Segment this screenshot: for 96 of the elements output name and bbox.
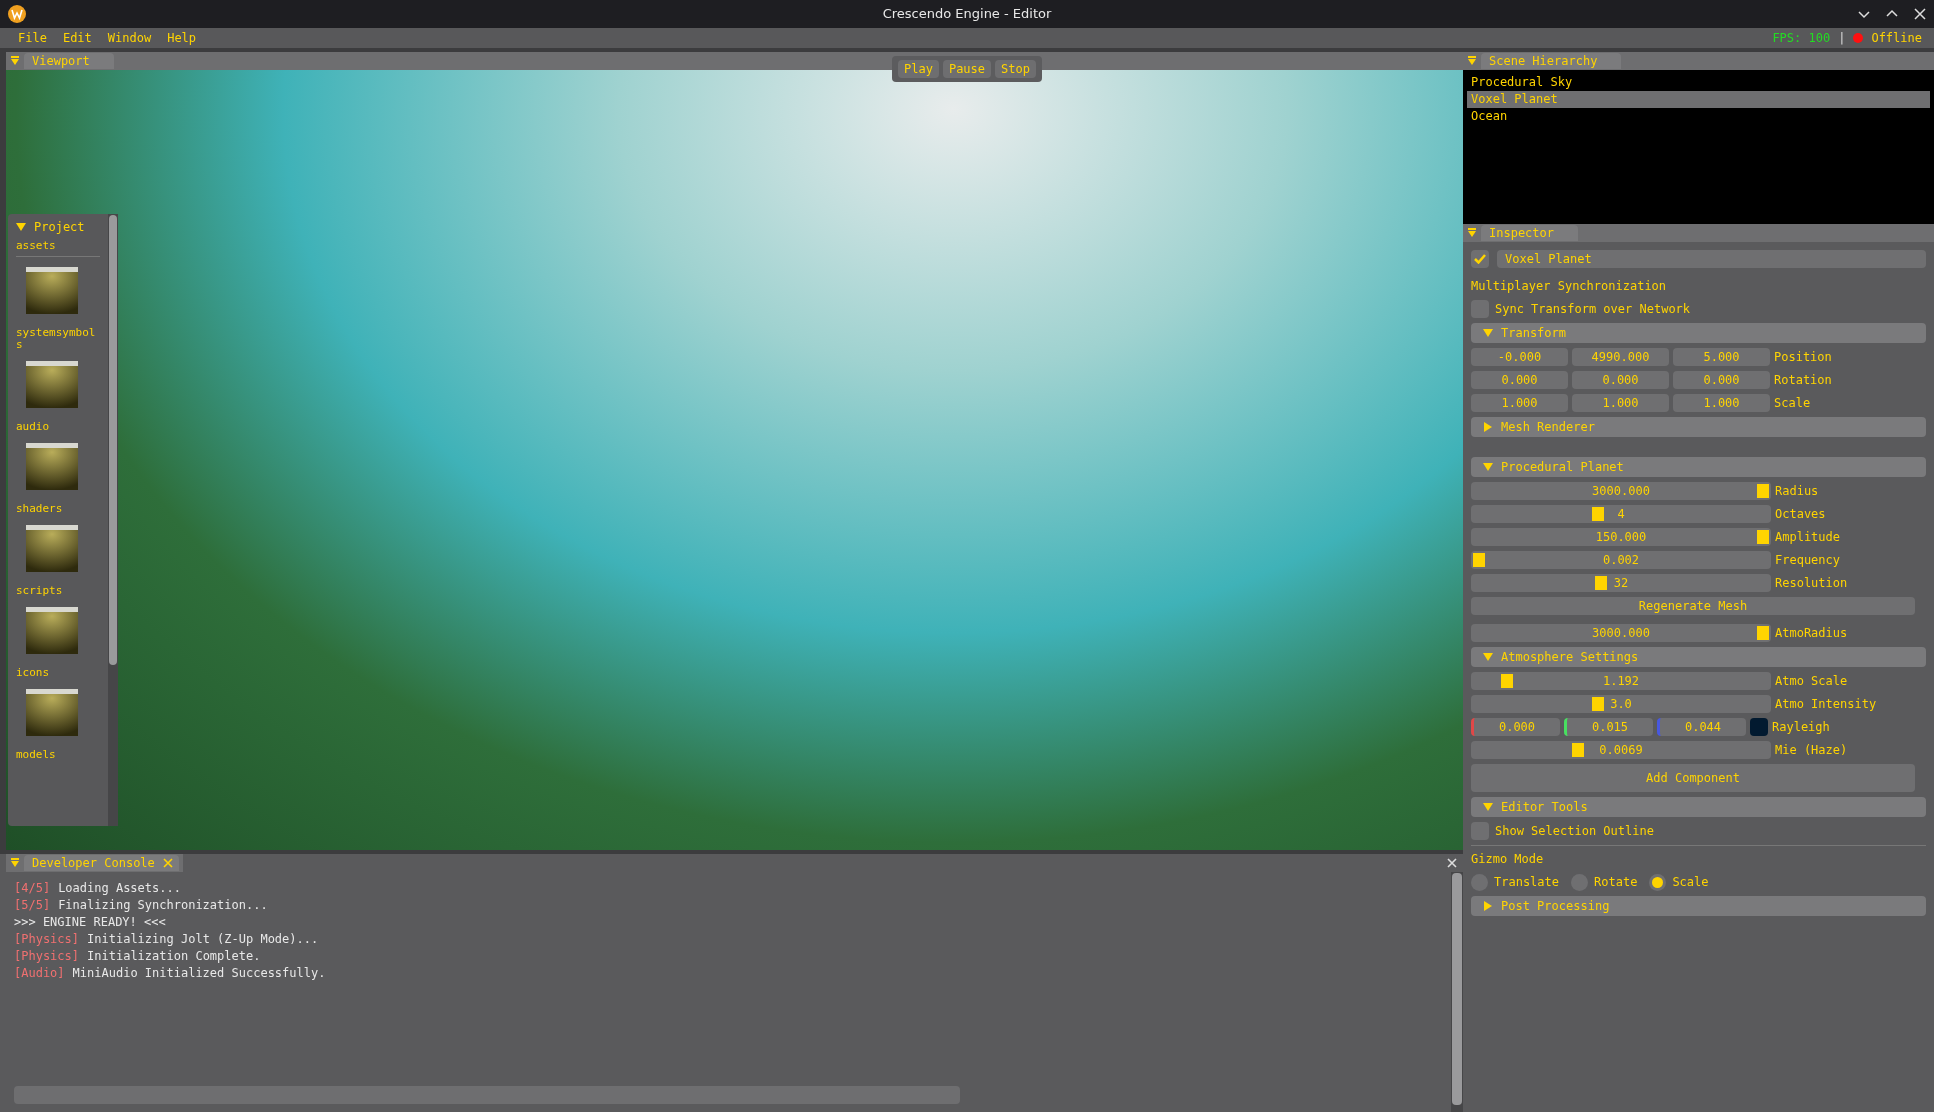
slider[interactable]: 0.0069 [1471,741,1771,759]
slider-label: Amplitude [1775,529,1841,546]
add-component-button[interactable]: Add Component [1471,764,1915,792]
field-label: Rayleigh [1772,719,1830,736]
slider-value: 32 [1613,575,1629,592]
slider-label: Mie (Haze) [1775,742,1848,759]
slider[interactable]: 3000.000 [1471,482,1771,500]
connection-status: Offline [1871,30,1922,47]
slider-value: 150.000 [1595,529,1647,546]
menu-item[interactable]: Edit [56,29,98,47]
section-header[interactable]: Procedural Planet [1471,457,1926,477]
log-text: Initialization Complete. [87,948,261,965]
section-header[interactable]: Editor Tools [1471,797,1926,817]
checkbox-label: Sync Transform over Network [1495,301,1691,318]
slider-label: Resolution [1775,575,1848,592]
folder-label[interactable]: icons [16,667,100,679]
slider-label: AtmoRadius [1775,625,1848,642]
number-field[interactable]: 1.000 [1471,394,1568,412]
section-header[interactable]: Post Processing [1471,896,1926,916]
panel-tab[interactable]: Viewport [24,53,114,69]
field-label: Scale [1774,395,1811,412]
slider-label: Atmo Intensity [1775,696,1877,713]
field-label: Rotation [1774,372,1832,389]
slider-value: 1.192 [1602,673,1640,690]
log-tag: [Physics] [14,948,80,965]
fps-counter: FPS: 100 [1772,30,1831,47]
folder-label[interactable]: shaders [16,503,100,515]
menu-item[interactable]: Window [101,29,158,47]
section-header[interactable]: Mesh Renderer [1471,417,1926,437]
number-field[interactable]: 0.000 [1673,371,1770,389]
section-label: Gizmo Mode [1471,845,1926,868]
slider[interactable]: 3.0 [1471,695,1771,713]
folder-label[interactable]: models [16,749,100,761]
hierarchy-item[interactable]: Procedural Sky [1467,74,1930,91]
log-tag: [5/5] [14,897,51,914]
toolbar-button[interactable]: Play [898,60,939,78]
panel-tab[interactable]: Developer Console [24,855,179,871]
checkbox-label: Show Selection Outline [1495,823,1654,840]
radio-label: Scale [1672,874,1709,891]
slider[interactable]: 32 [1471,574,1771,592]
panel-tab[interactable]: Scene Hierarchy [1481,53,1622,69]
slider-value: 3000.000 [1592,483,1650,500]
toolbar-button[interactable]: Pause [942,60,992,78]
number-field[interactable]: 1.000 [1673,394,1770,412]
name-field[interactable]: Voxel Planet [1497,250,1926,268]
log-tag: [Physics] [14,931,80,948]
slider[interactable]: 150.000 [1471,528,1771,546]
slider-value: 0.002 [1602,552,1640,569]
slider-value: 0.0069 [1599,742,1643,759]
menu-item[interactable]: Help [161,29,203,47]
number-field[interactable]: 0.015 [1564,718,1653,736]
panel-tab[interactable]: Inspector [1481,225,1579,241]
number-field[interactable]: 1.000 [1572,394,1669,412]
slider-label: Atmo Scale [1775,673,1848,690]
radio-label: Translate [1494,874,1560,891]
window-title: Project [34,219,85,236]
log-text: MiniAudio Initialized Successfully. [72,965,326,982]
log-tag: [Audio] [14,965,65,982]
slider-value: 3000.000 [1592,625,1650,642]
toolbar-button[interactable]: Stop [995,60,1036,78]
number-field[interactable]: 0.000 [1471,371,1568,389]
folder-label[interactable]: assets [16,240,100,257]
log-text: >>> ENGINE READY! <<< [14,914,166,931]
number-field[interactable]: 5.000 [1673,348,1770,366]
number-field[interactable]: 0.000 [1471,718,1560,736]
log-tag: [4/5] [14,880,51,897]
slider-label: Radius [1775,483,1819,500]
hierarchy-item[interactable]: Voxel Planet [1467,91,1930,108]
section-header[interactable]: Transform [1471,323,1926,343]
folder-label[interactable]: scripts [16,585,100,597]
radio-label: Rotate [1594,874,1638,891]
slider-label: Frequency [1775,552,1841,569]
number-field[interactable]: 4990.000 [1572,348,1669,366]
window-title: Crescendo Engine - Editor [882,5,1052,24]
separator-text: | [1838,30,1846,47]
section-label: Multiplayer Synchronization [1471,278,1668,295]
slider-label: Octaves [1775,506,1826,523]
slider[interactable]: 0.002 [1471,551,1771,569]
menu-item[interactable]: File [12,29,53,47]
slider-value: 3.0 [1610,696,1632,713]
folder-label[interactable]: audio [16,421,100,433]
number-field[interactable]: 0.044 [1657,718,1746,736]
number-field[interactable]: 0.000 [1572,371,1669,389]
slider[interactable]: 1.192 [1471,672,1771,690]
slider[interactable]: 3000.000 [1471,624,1771,642]
slider[interactable]: 4 [1471,505,1771,523]
slider-value: 4 [1617,506,1625,523]
section-header[interactable]: Atmosphere Settings [1471,647,1926,667]
folder-label[interactable]: systemsymbols [16,327,100,351]
log-text: Initializing Jolt (Z-Up Mode)... [87,931,319,948]
log-text: Loading Assets... [58,880,181,897]
number-field[interactable]: -0.000 [1471,348,1568,366]
log-text: Finalizing Synchronization... [58,897,268,914]
regenerate-button[interactable]: Regenerate Mesh [1471,597,1915,615]
field-label: Position [1774,349,1832,366]
hierarchy-item[interactable]: Ocean [1467,108,1930,125]
